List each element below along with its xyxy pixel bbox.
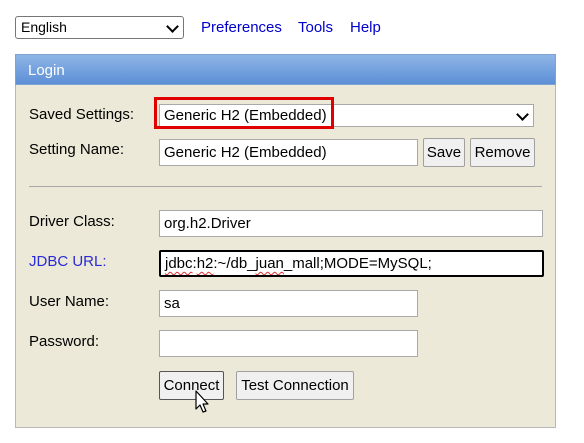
divider bbox=[29, 186, 542, 187]
user-name-label: User Name: bbox=[29, 293, 110, 310]
saved-settings-value: Generic H2 (Embedded) bbox=[164, 107, 327, 124]
setting-name-label: Setting Name: bbox=[29, 141, 125, 158]
help-link[interactable]: Help bbox=[350, 18, 381, 38]
connect-button[interactable]: Connect bbox=[159, 371, 224, 400]
chevron-down-icon bbox=[516, 108, 529, 121]
jdbc-url-text-part: _mall;MODE=MySQL; bbox=[283, 255, 432, 272]
save-button[interactable]: Save bbox=[423, 138, 465, 167]
jdbc-url-text-part: jdbc bbox=[165, 255, 193, 272]
saved-settings-select[interactable]: Generic H2 (Embedded) bbox=[159, 104, 534, 127]
preferences-link[interactable]: Preferences bbox=[201, 18, 282, 38]
driver-class-label: Driver Class: bbox=[29, 213, 115, 230]
language-select-value: English bbox=[21, 19, 67, 35]
driver-class-input[interactable]: org.h2.Driver bbox=[159, 210, 543, 237]
jdbc-url-text-part: juan bbox=[255, 255, 284, 272]
password-input[interactable] bbox=[159, 330, 418, 357]
jdbc-url-input[interactable]: jdbc:h2:~/db_juan_mall;MODE=MySQL; bbox=[159, 250, 544, 277]
tools-link[interactable]: Tools bbox=[298, 18, 333, 38]
chevron-down-icon bbox=[166, 20, 179, 33]
language-select[interactable]: English bbox=[15, 16, 184, 39]
setting-name-input[interactable]: Generic H2 (Embedded) bbox=[159, 139, 418, 166]
jdbc-url-text-part: :~/db_ bbox=[213, 255, 256, 272]
saved-settings-label: Saved Settings: bbox=[29, 106, 135, 123]
test-connection-button[interactable]: Test Connection bbox=[236, 371, 354, 400]
mouse-cursor-icon bbox=[195, 390, 209, 413]
password-label: Password: bbox=[29, 333, 100, 350]
jdbc-url-text-part: h2 bbox=[196, 255, 214, 272]
remove-button[interactable]: Remove bbox=[470, 138, 535, 167]
user-name-input[interactable]: sa bbox=[159, 290, 418, 317]
panel-title: Login bbox=[15, 54, 556, 85]
jdbc-url-label[interactable]: JDBC URL: bbox=[29, 253, 107, 271]
